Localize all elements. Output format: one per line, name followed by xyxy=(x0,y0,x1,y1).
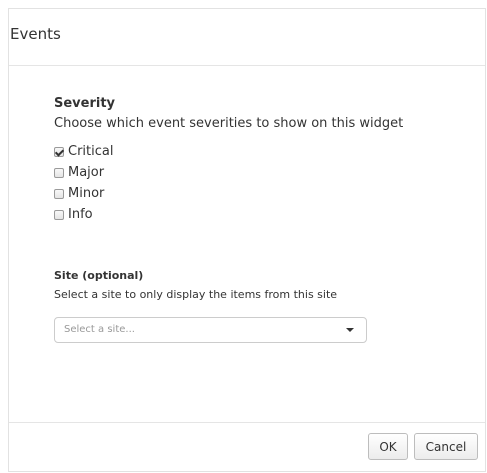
major-checkbox[interactable] xyxy=(54,167,64,178)
severity-description: Choose which event severities to show on… xyxy=(54,116,404,131)
severity-checkbox-list: Critical Major Minor Info xyxy=(54,141,464,225)
major-label: Major xyxy=(68,165,105,180)
caret-down-icon xyxy=(346,328,354,332)
events-dialog: Events Severity Choose which event sever… xyxy=(8,8,486,472)
site-description: Select a site to only display the items … xyxy=(54,288,338,301)
dialog-body: Severity Choose which event severities t… xyxy=(9,66,485,424)
severity-option-critical[interactable]: Critical xyxy=(54,141,464,162)
severity-option-minor[interactable]: Minor xyxy=(54,183,464,204)
site-section: Site (optional) Select a site to only di… xyxy=(54,269,474,343)
info-checkbox[interactable] xyxy=(54,209,64,220)
critical-checkbox[interactable] xyxy=(54,146,64,157)
minor-label: Minor xyxy=(68,186,105,201)
info-label: Info xyxy=(68,207,93,222)
severity-section: Severity Choose which event severities t… xyxy=(54,96,464,225)
critical-label: Critical xyxy=(68,144,114,159)
site-heading: Site (optional) xyxy=(54,269,144,282)
dialog-footer: OK Cancel xyxy=(9,422,485,471)
minor-checkbox[interactable] xyxy=(54,188,64,199)
severity-heading: Severity xyxy=(54,96,116,111)
ok-button[interactable]: OK xyxy=(368,433,408,460)
severity-option-major[interactable]: Major xyxy=(54,162,464,183)
cancel-button[interactable]: Cancel xyxy=(414,433,478,460)
site-select[interactable]: Select a site... xyxy=(54,317,367,343)
severity-option-info[interactable]: Info xyxy=(54,204,464,225)
site-select-placeholder: Select a site... xyxy=(64,324,135,335)
dialog-header: Events xyxy=(9,9,485,66)
dialog-title: Events xyxy=(10,25,61,43)
